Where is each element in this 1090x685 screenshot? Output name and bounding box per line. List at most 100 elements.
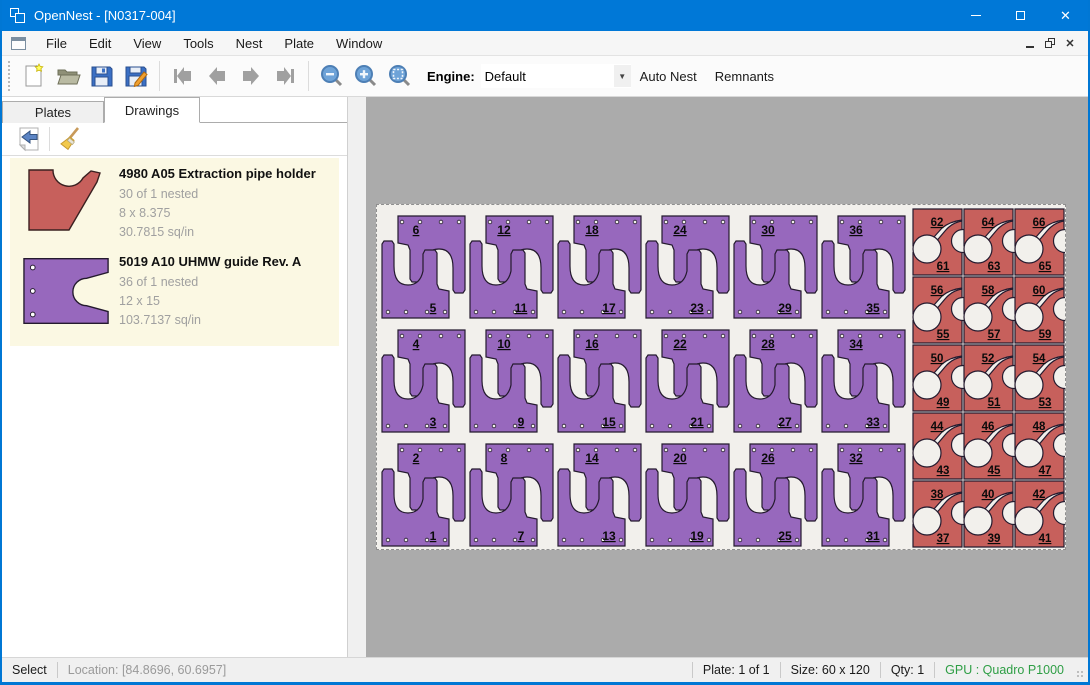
part-number-label: 39	[988, 533, 1001, 545]
panel-tabs: Plates Drawings	[2, 97, 347, 123]
go-previous-icon[interactable]	[200, 59, 234, 93]
nest-canvas[interactable]: 6512111817242330293635431091615222128273…	[366, 97, 1088, 657]
engine-combobox[interactable]: Default ▼	[481, 64, 631, 88]
purple-pair-cell: 65	[382, 216, 465, 318]
chevron-down-icon[interactable]: ▼	[614, 65, 631, 87]
menu-window[interactable]: Window	[325, 32, 393, 55]
save-as-icon[interactable]	[119, 59, 153, 93]
save-icon[interactable]	[85, 59, 119, 93]
status-bar: Select Location: [84.8696, 60.6957] Plat…	[2, 657, 1088, 682]
drawing-area: 103.7137 sq/in	[119, 311, 335, 330]
zoom-out-icon[interactable]	[315, 59, 349, 93]
purple-pair-cell: 1211	[470, 216, 553, 318]
part-number-label: 49	[937, 397, 950, 409]
red-pair-cell: 4847	[1015, 413, 1065, 479]
menu-nest[interactable]: Nest	[225, 32, 274, 55]
zoom-fit-icon[interactable]	[383, 59, 417, 93]
zoom-in-icon[interactable]	[349, 59, 383, 93]
part-number-label: 43	[937, 465, 950, 477]
menu-file[interactable]: File	[35, 32, 78, 55]
auto-nest-button[interactable]: Auto Nest	[631, 64, 706, 89]
mdi-close-button[interactable]: ✕	[1060, 34, 1080, 52]
part-number-label: 29	[778, 301, 792, 315]
part-number-label: 16	[585, 337, 599, 351]
menu-tools[interactable]: Tools	[172, 32, 224, 55]
purple-pair-cell: 1615	[558, 330, 641, 432]
part-number-label: 64	[982, 217, 995, 229]
clean-broom-icon[interactable]	[55, 125, 85, 153]
part-number-label: 10	[497, 337, 511, 351]
go-last-icon[interactable]	[268, 59, 302, 93]
app-icon	[10, 8, 26, 24]
menu-edit[interactable]: Edit	[78, 32, 122, 55]
status-gpu: GPU : Quadro P1000	[935, 663, 1074, 677]
part-number-label: 66	[1033, 217, 1046, 229]
part-number-label: 40	[982, 489, 995, 501]
part-number-label: 59	[1039, 329, 1052, 341]
part-number-label: 20	[673, 451, 687, 465]
go-first-icon[interactable]	[166, 59, 200, 93]
drawings-list: 4980 A05 Extraction pipe holder 30 of 1 …	[10, 158, 339, 346]
part-number-label: 19	[690, 529, 704, 543]
part-number-label: 31	[866, 529, 880, 543]
purple-pair-cell: 2625	[734, 444, 817, 546]
new-file-icon[interactable]	[17, 59, 51, 93]
drawing-title: 5019 A10 UHMW guide Rev. A	[119, 252, 335, 273]
left-panel: Plates Drawings	[2, 97, 348, 657]
remnants-button[interactable]: Remnants	[706, 64, 783, 89]
back-icon[interactable]	[14, 125, 44, 153]
part-number-label: 7	[518, 529, 525, 543]
status-plate: Plate: 1 of 1	[693, 663, 780, 677]
menu-bar: File Edit View Tools Nest Plate Window ✕	[2, 31, 1088, 56]
part-number-label: 36	[849, 223, 863, 237]
maximize-button[interactable]	[998, 0, 1043, 31]
purple-pair-cell: 2019	[646, 444, 729, 546]
part-number-label: 53	[1039, 397, 1052, 409]
part-number-label: 3	[430, 415, 437, 429]
part-number-label: 5	[430, 301, 437, 315]
close-button[interactable]: ✕	[1043, 0, 1088, 31]
go-next-icon[interactable]	[234, 59, 268, 93]
part-number-label: 62	[931, 217, 944, 229]
status-location: Location: [84.8696, 60.6957]	[58, 663, 236, 677]
part-number-label: 30	[761, 223, 775, 237]
purple-pair-cell: 1817	[558, 216, 641, 318]
purple-pair-cell: 30 29	[734, 216, 817, 318]
minimize-button[interactable]	[953, 0, 998, 31]
red-pair-cell: 66 65	[1015, 209, 1065, 275]
panel-splitter[interactable]	[348, 97, 366, 657]
document-window-icon[interactable]	[11, 37, 26, 50]
mdi-minimize-button[interactable]	[1020, 34, 1040, 52]
resize-grip[interactable]	[1074, 658, 1088, 682]
plate[interactable]: 6512111817242330293635431091615222128273…	[376, 204, 1066, 550]
tab-plates[interactable]: Plates	[2, 101, 104, 123]
drawing-item[interactable]: 5019 A10 UHMW guide Rev. A 36 of 1 neste…	[14, 252, 335, 330]
open-folder-icon[interactable]	[51, 59, 85, 93]
part-number-label: 34	[849, 337, 863, 351]
drawing-title: 4980 A05 Extraction pipe holder	[119, 164, 335, 185]
status-size: Size: 60 x 120	[781, 663, 880, 677]
part-number-label: 27	[778, 415, 792, 429]
part-number-label: 13	[602, 529, 616, 543]
purple-pair-cell: 1413	[558, 444, 641, 546]
menu-view[interactable]: View	[122, 32, 172, 55]
part-number-label: 11	[515, 301, 528, 315]
part-number-label: 65	[1039, 261, 1052, 273]
drawing-area: 30.7815 sq/in	[119, 223, 335, 242]
part-number-label: 17	[602, 301, 616, 315]
menu-plate[interactable]: Plate	[273, 32, 325, 55]
engine-label: Engine:	[427, 69, 475, 84]
red-pair-cell: 60 59	[1015, 277, 1065, 343]
toolbar-grip[interactable]	[6, 61, 11, 91]
purple-pair-cell: 3433	[822, 330, 905, 432]
part-number-label: 41	[1039, 533, 1052, 545]
drawing-item[interactable]: 4980 A05 Extraction pipe holder 30 of 1 …	[14, 164, 335, 242]
part-number-label: 24	[673, 223, 687, 237]
purple-pair-cell: 43	[382, 330, 465, 432]
part-number-label: 26	[761, 451, 775, 465]
part-number-label: 58	[982, 285, 995, 297]
window-title: OpenNest - [N0317-004]	[34, 8, 953, 23]
mdi-restore-button[interactable]	[1040, 34, 1060, 52]
tab-drawings[interactable]: Drawings	[104, 97, 200, 123]
part-number-label: 60	[1033, 285, 1046, 297]
